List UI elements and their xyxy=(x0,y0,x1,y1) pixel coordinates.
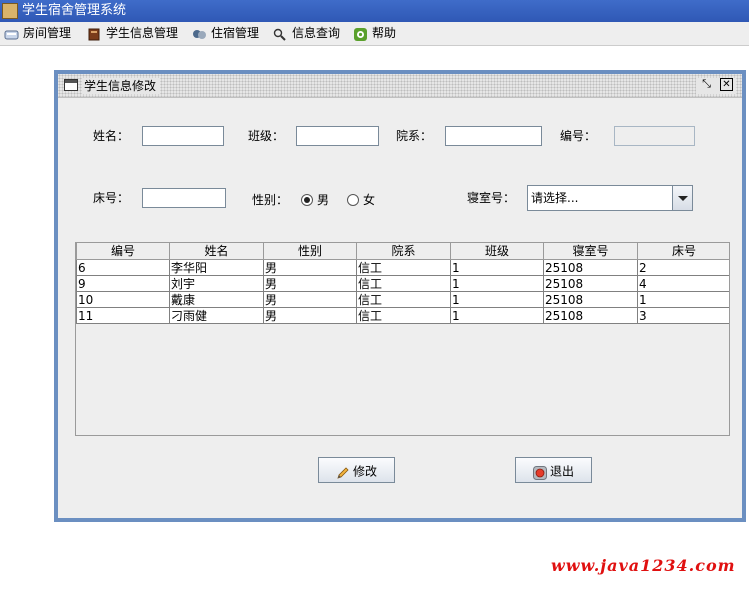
bed-input[interactable] xyxy=(142,188,226,208)
menu-lodging-management[interactable]: 住宿管理 xyxy=(192,22,259,45)
window-icon xyxy=(64,79,78,91)
table-cell: 9 xyxy=(76,275,170,292)
column-header-gender[interactable]: 性别 xyxy=(263,243,357,260)
menu-student-info-management[interactable]: 学生信息管理 xyxy=(87,22,178,45)
table-row[interactable]: 11 刁雨健 男 信工 1 25108 3 xyxy=(76,307,729,324)
table-cell: 25108 xyxy=(543,307,638,324)
table-cell: 男 xyxy=(263,307,357,324)
table-cell: 4 xyxy=(637,275,729,292)
java-cup-icon xyxy=(2,3,18,19)
menu-room-management[interactable]: 房间管理 xyxy=(4,22,71,45)
column-header-name[interactable]: 姓名 xyxy=(169,243,264,260)
gender-female-label[interactable]: 女 xyxy=(363,192,375,208)
chevron-down-icon[interactable] xyxy=(672,186,692,210)
id-input xyxy=(614,126,695,146)
close-icon[interactable]: ✕ xyxy=(720,78,733,91)
table-cell: 25108 xyxy=(543,259,638,276)
gender-male-label[interactable]: 男 xyxy=(317,192,329,208)
table-cell: 1 xyxy=(450,259,544,276)
table-cell: 25108 xyxy=(543,275,638,292)
table-cell: 信工 xyxy=(356,259,451,276)
column-header-id[interactable]: 编号 xyxy=(76,243,170,260)
student-table: 编号 姓名 性别 院系 班级 寝室号 床号 6 李华阳 男 信工 1 25108 xyxy=(75,242,730,436)
column-header-dept[interactable]: 院系 xyxy=(356,243,451,260)
restore-icon[interactable]: ⤡ xyxy=(700,78,713,91)
table-cell: 刁雨健 xyxy=(169,307,264,324)
name-input[interactable] xyxy=(142,126,224,146)
table-cell: 10 xyxy=(76,291,170,308)
class-input[interactable] xyxy=(296,126,379,146)
student-edit-frame: 学生信息修改 ⤡ ✕ 姓名： 班级： 院系： 编号： 床号： 性别： 男 女 寝… xyxy=(54,70,746,522)
app-titlebar: 学生宿舍管理系统 xyxy=(0,0,749,22)
stop-icon xyxy=(532,464,547,480)
app-title: 学生宿舍管理系统 xyxy=(22,3,127,18)
table-cell: 男 xyxy=(263,275,357,292)
table-cell: 戴康 xyxy=(169,291,264,308)
bed-label: 床号： xyxy=(93,191,130,205)
lodging-icon xyxy=(192,26,207,39)
watermark: www.java1234.com xyxy=(551,556,736,575)
table-cell: 信工 xyxy=(356,275,451,292)
room-select[interactable]: 请选择... xyxy=(527,185,693,211)
table-cell: 6 xyxy=(76,259,170,276)
table-cell: 男 xyxy=(263,291,357,308)
table-header-row: 编号 姓名 性别 院系 班级 寝室号 床号 xyxy=(76,243,729,260)
table-row[interactable]: 9 刘宇 男 信工 1 25108 4 xyxy=(76,275,729,292)
help-icon xyxy=(353,26,368,41)
menu-help[interactable]: 帮助 xyxy=(353,22,396,45)
frame-controls: ⤡ ✕ xyxy=(696,78,736,94)
column-header-class[interactable]: 班级 xyxy=(450,243,544,260)
id-label: 编号： xyxy=(560,129,597,143)
table-cell: 1 xyxy=(450,307,544,324)
class-label: 班级： xyxy=(248,129,285,143)
room-icon xyxy=(4,26,19,40)
table-cell: 李华阳 xyxy=(169,259,264,276)
room-select-value: 请选择... xyxy=(531,191,579,205)
table-cell: 1 xyxy=(637,291,729,308)
table-cell: 信工 xyxy=(356,307,451,324)
gender-female-radio[interactable] xyxy=(347,194,359,206)
frame-title: 学生信息修改 xyxy=(82,78,161,94)
column-header-bed[interactable]: 床号 xyxy=(637,243,729,260)
exit-button[interactable]: 退出 xyxy=(515,457,592,483)
gender-label: 性别： xyxy=(252,193,289,207)
magnifier-icon xyxy=(273,26,288,41)
table-cell: 信工 xyxy=(356,291,451,308)
table-cell: 刘宇 xyxy=(169,275,264,292)
menu-info-query[interactable]: 信息查询 xyxy=(273,22,340,45)
name-label: 姓名： xyxy=(93,129,130,143)
table-cell: 男 xyxy=(263,259,357,276)
modify-button[interactable]: 修改 xyxy=(318,457,395,483)
table-cell: 11 xyxy=(76,307,170,324)
table-row[interactable]: 10 戴康 男 信工 1 25108 1 xyxy=(76,291,729,308)
table-cell: 1 xyxy=(450,275,544,292)
table-cell: 1 xyxy=(450,291,544,308)
dept-label: 院系： xyxy=(396,129,433,143)
table-cell: 25108 xyxy=(543,291,638,308)
room-label: 寝室号： xyxy=(467,191,516,205)
pencil-icon xyxy=(336,464,350,479)
table-cell: 3 xyxy=(637,307,729,324)
gender-male-radio[interactable] xyxy=(301,194,313,206)
dept-input[interactable] xyxy=(445,126,542,146)
table-row[interactable]: 6 李华阳 男 信工 1 25108 2 xyxy=(76,259,729,276)
frame-titlebar[interactable]: 学生信息修改 ⤡ ✕ xyxy=(58,74,742,98)
student-book-icon xyxy=(87,26,102,41)
column-header-room[interactable]: 寝室号 xyxy=(543,243,638,260)
menubar: 房间管理 学生信息管理 住宿管理 信息查询 帮助 xyxy=(0,22,749,46)
table-cell: 2 xyxy=(637,259,729,276)
student-grid: 编号 姓名 性别 院系 班级 寝室号 床号 6 李华阳 男 信工 1 25108 xyxy=(76,243,729,324)
